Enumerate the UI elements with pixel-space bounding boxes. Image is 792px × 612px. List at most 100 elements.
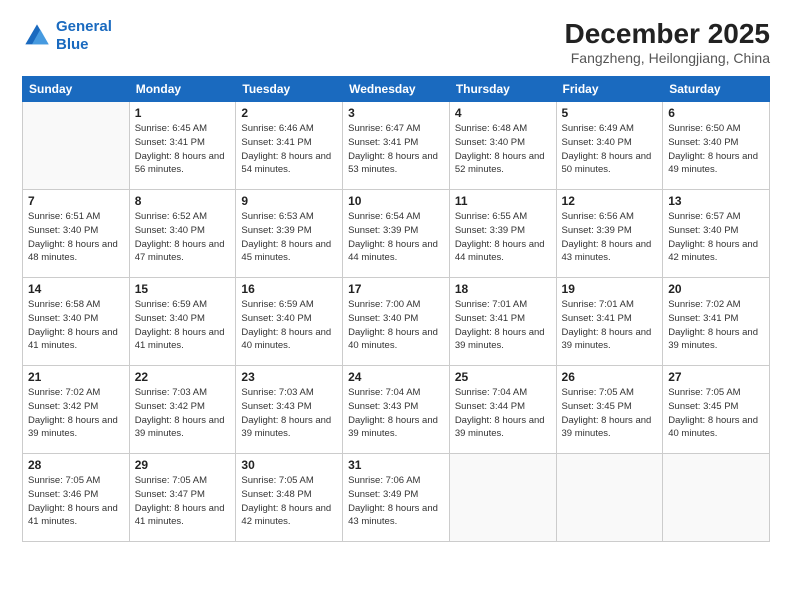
day-number: 2 [241,106,337,120]
logo: General Blue [22,18,112,54]
calendar-cell: 10 Sunrise: 6:54 AMSunset: 3:39 PMDayligh… [343,190,450,278]
day-info: Sunrise: 7:02 AMSunset: 3:41 PMDaylight:… [668,298,764,353]
calendar-cell: 12 Sunrise: 6:56 AMSunset: 3:39 PMDayligh… [556,190,663,278]
day-info: Sunrise: 6:59 AMSunset: 3:40 PMDaylight:… [241,298,337,353]
day-info: Sunrise: 6:54 AMSunset: 3:39 PMDaylight:… [348,210,444,265]
day-info: Sunrise: 7:01 AMSunset: 3:41 PMDaylight:… [455,298,551,353]
day-number: 15 [135,282,231,296]
day-number: 17 [348,282,444,296]
calendar-cell: 28Sunrise: 7:05 AMSunset: 3:46 PMDayligh… [23,454,130,542]
logo-text: General Blue [56,18,112,54]
calendar-cell: 7Sunrise: 6:51 AMSunset: 3:40 PMDaylight… [23,190,130,278]
day-number: 9 [241,194,337,208]
day-number: 22 [135,370,231,384]
day-info: Sunrise: 6:52 AMSunset: 3:40 PMDaylight:… [135,210,231,265]
col-monday: Monday [129,77,236,102]
calendar-cell: 23 Sunrise: 7:03 AMSunset: 3:43 PMDayligh… [236,366,343,454]
day-info: Sunrise: 6:45 AMSunset: 3:41 PMDaylight:… [135,122,231,177]
day-info: Sunrise: 7:04 AMSunset: 3:44 PMDaylight:… [455,386,551,441]
day-info: Sunrise: 7:01 AMSunset: 3:41 PMDaylight:… [562,298,658,353]
day-info: Sunrise: 7:05 AMSunset: 3:48 PMDaylight:… [241,474,337,529]
location-subtitle: Fangzheng, Heilongjiang, China [565,50,770,66]
calendar-cell: 24 Sunrise: 7:04 AMSunset: 3:43 PMDayligh… [343,366,450,454]
day-number: 18 [455,282,551,296]
calendar-week-row: 28Sunrise: 7:05 AMSunset: 3:46 PMDayligh… [23,454,770,542]
calendar-cell: 5 Sunrise: 6:49 AMSunset: 3:40 PMDaylight… [556,102,663,190]
calendar-cell: 22 Sunrise: 7:03 AMSunset: 3:42 PMDayligh… [129,366,236,454]
calendar-cell [449,454,556,542]
calendar-cell: 27 Sunrise: 7:05 AMSunset: 3:45 PMDayligh… [663,366,770,454]
day-number: 24 [348,370,444,384]
day-info: Sunrise: 6:47 AMSunset: 3:41 PMDaylight:… [348,122,444,177]
calendar-week-row: 21 Sunrise: 7:02 AMSunset: 3:42 PMDayligh… [23,366,770,454]
page: General Blue December 2025 Fangzheng, He… [0,0,792,612]
calendar-cell [23,102,130,190]
day-number: 13 [668,194,764,208]
day-number: 30 [241,458,337,472]
day-info: Sunrise: 6:49 AMSunset: 3:40 PMDaylight:… [562,122,658,177]
day-info: Sunrise: 6:46 AMSunset: 3:41 PMDaylight:… [241,122,337,177]
day-info: Sunrise: 7:05 AMSunset: 3:46 PMDaylight:… [28,474,124,529]
col-saturday: Saturday [663,77,770,102]
day-info: Sunrise: 7:04 AMSunset: 3:43 PMDaylight:… [348,386,444,441]
day-info: Sunrise: 6:51 AMSunset: 3:40 PMDaylight:… [28,210,124,265]
day-info: Sunrise: 7:02 AMSunset: 3:42 PMDaylight:… [28,386,124,441]
calendar-cell: 21 Sunrise: 7:02 AMSunset: 3:42 PMDayligh… [23,366,130,454]
day-number: 29 [135,458,231,472]
day-number: 21 [28,370,124,384]
calendar-cell: 13 Sunrise: 6:57 AMSunset: 3:40 PMDayligh… [663,190,770,278]
calendar-week-row: 1 Sunrise: 6:45 AMSunset: 3:41 PMDaylight… [23,102,770,190]
day-info: Sunrise: 6:56 AMSunset: 3:39 PMDaylight:… [562,210,658,265]
title-block: December 2025 Fangzheng, Heilongjiang, C… [565,18,770,66]
day-info: Sunrise: 7:06 AMSunset: 3:49 PMDaylight:… [348,474,444,529]
day-number: 8 [135,194,231,208]
day-number: 16 [241,282,337,296]
calendar-cell [556,454,663,542]
col-friday: Friday [556,77,663,102]
day-number: 26 [562,370,658,384]
day-info: Sunrise: 6:50 AMSunset: 3:40 PMDaylight:… [668,122,764,177]
day-info: Sunrise: 7:05 AMSunset: 3:45 PMDaylight:… [562,386,658,441]
day-number: 5 [562,106,658,120]
calendar-cell: 20Sunrise: 7:02 AMSunset: 3:41 PMDayligh… [663,278,770,366]
day-number: 31 [348,458,444,472]
day-info: Sunrise: 7:00 AMSunset: 3:40 PMDaylight:… [348,298,444,353]
calendar-cell: 3Sunrise: 6:47 AMSunset: 3:41 PMDaylight… [343,102,450,190]
day-info: Sunrise: 7:03 AMSunset: 3:42 PMDaylight:… [135,386,231,441]
calendar-table: Sunday Monday Tuesday Wednesday Thursday… [22,76,770,542]
day-number: 12 [562,194,658,208]
calendar-cell: 31 Sunrise: 7:06 AMSunset: 3:49 PMDayligh… [343,454,450,542]
day-info: Sunrise: 6:57 AMSunset: 3:40 PMDaylight:… [668,210,764,265]
calendar-cell: 17 Sunrise: 7:00 AMSunset: 3:40 PMDayligh… [343,278,450,366]
day-info: Sunrise: 7:05 AMSunset: 3:45 PMDaylight:… [668,386,764,441]
day-number: 19 [562,282,658,296]
day-info: Sunrise: 6:58 AMSunset: 3:40 PMDaylight:… [28,298,124,353]
calendar-cell: 2 Sunrise: 6:46 AMSunset: 3:41 PMDaylight… [236,102,343,190]
day-info: Sunrise: 6:53 AMSunset: 3:39 PMDaylight:… [241,210,337,265]
day-info: Sunrise: 7:05 AMSunset: 3:47 PMDaylight:… [135,474,231,529]
calendar-cell: 18 Sunrise: 7:01 AMSunset: 3:41 PMDayligh… [449,278,556,366]
header: General Blue December 2025 Fangzheng, He… [22,18,770,66]
day-number: 23 [241,370,337,384]
day-number: 1 [135,106,231,120]
day-number: 10 [348,194,444,208]
col-wednesday: Wednesday [343,77,450,102]
calendar-cell [663,454,770,542]
calendar-cell: 4Sunrise: 6:48 AMSunset: 3:40 PMDaylight… [449,102,556,190]
month-year-title: December 2025 [565,18,770,50]
col-sunday: Sunday [23,77,130,102]
calendar-cell: 11Sunrise: 6:55 AMSunset: 3:39 PMDayligh… [449,190,556,278]
col-thursday: Thursday [449,77,556,102]
calendar-header-row: Sunday Monday Tuesday Wednesday Thursday… [23,77,770,102]
day-info: Sunrise: 6:48 AMSunset: 3:40 PMDaylight:… [455,122,551,177]
calendar-cell: 1 Sunrise: 6:45 AMSunset: 3:41 PMDaylight… [129,102,236,190]
day-number: 27 [668,370,764,384]
calendar-cell: 19 Sunrise: 7:01 AMSunset: 3:41 PMDayligh… [556,278,663,366]
day-info: Sunrise: 6:59 AMSunset: 3:40 PMDaylight:… [135,298,231,353]
calendar-cell: 29 Sunrise: 7:05 AMSunset: 3:47 PMDayligh… [129,454,236,542]
day-info: Sunrise: 7:03 AMSunset: 3:43 PMDaylight:… [241,386,337,441]
day-number: 14 [28,282,124,296]
day-number: 6 [668,106,764,120]
calendar-week-row: 14 Sunrise: 6:58 AMSunset: 3:40 PMDayligh… [23,278,770,366]
calendar-week-row: 7Sunrise: 6:51 AMSunset: 3:40 PMDaylight… [23,190,770,278]
